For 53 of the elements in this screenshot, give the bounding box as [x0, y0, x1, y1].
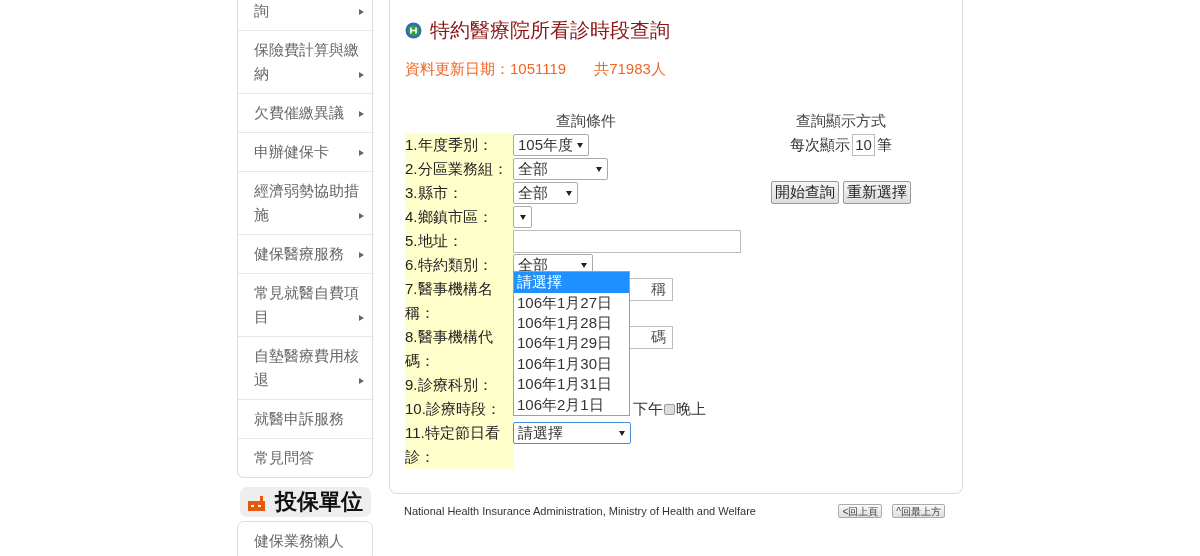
field-label: 10.診療時段：	[405, 397, 513, 421]
checkbox-label: 晚上	[676, 399, 706, 419]
sidebar-item[interactable]: 欠費催繳異議	[238, 94, 374, 133]
form-button[interactable]: 重新選擇	[843, 181, 911, 204]
field-label: 7.醫事機構名稱：	[405, 277, 513, 325]
count-field[interactable]: 10	[852, 134, 875, 156]
field-label: 3.縣市：	[405, 181, 513, 205]
sidebar-item[interactable]: 就醫申訴服務	[238, 400, 374, 439]
caret-icon	[520, 214, 526, 220]
sidebar-item[interactable]: 常見就醫自費項目	[238, 274, 374, 337]
sidebar-item[interactable]: 詢	[238, 0, 374, 31]
select-field[interactable]: 請選擇	[513, 422, 631, 444]
sidebar-item[interactable]: 自墊醫療費用核退	[238, 337, 374, 400]
input-field[interactable]	[513, 230, 741, 253]
sidebar-item[interactable]: 健保業務懶人	[238, 522, 374, 556]
select-field[interactable]: 105年度	[513, 134, 589, 156]
caret-icon	[619, 430, 625, 436]
total-count: 共71983人	[594, 60, 666, 79]
footer-button[interactable]: ^回最上方	[892, 504, 945, 518]
select-field[interactable]: 全部	[513, 182, 578, 204]
select-field[interactable]	[513, 206, 532, 228]
building-icon	[248, 493, 265, 511]
criteria-heading: 查詢條件	[555, 111, 617, 131]
display-heading: 查詢顯示方式	[796, 111, 886, 131]
sidebar-item[interactable]: 健保醫療服務	[238, 235, 374, 274]
page-title: 特約醫療院所看診時段查詢	[430, 18, 670, 43]
caret-icon	[577, 142, 583, 148]
footer-text: National Health Insurance Administration, Ministry of Health and Welfare	[404, 505, 756, 517]
footer-button[interactable]: <回上頁	[838, 504, 883, 518]
unit-label: 筆	[876, 135, 892, 155]
form-button[interactable]: 開始查詢	[771, 181, 839, 204]
select-field[interactable]: 全部	[513, 158, 608, 180]
field-label: 2.分區業務組：	[405, 157, 513, 181]
field-label: 8.醫事機構代碼：	[405, 325, 513, 373]
checkbox-label: 下午	[633, 399, 663, 419]
h-logo-icon	[405, 21, 422, 39]
sidebar-item[interactable]: 保險費計算與繳納	[238, 31, 374, 94]
field-label: 1.年度季別：	[405, 133, 513, 157]
caret-icon	[581, 262, 587, 268]
caret-icon	[596, 166, 602, 172]
field-label: 5.地址：	[405, 229, 513, 253]
field-label: 6.特約類別：	[405, 253, 513, 277]
field-label: 4.鄉鎮市區：	[405, 205, 513, 229]
sidebar-item[interactable]: 申辦健保卡	[238, 133, 374, 172]
caret-icon	[566, 190, 572, 196]
update-date: 資料更新日期：1051119	[405, 60, 567, 79]
field-label: 11.特定節日看診：	[405, 421, 513, 469]
sidebar-item[interactable]: 經濟弱勢協助措施	[238, 172, 374, 235]
sidebar-item[interactable]: 常見問答	[238, 439, 374, 477]
section-title: 投保單位	[275, 488, 363, 516]
per-page-label: 每次顯示	[790, 135, 851, 155]
checkbox[interactable]	[664, 403, 675, 415]
field-label: 9.診療科別：	[405, 373, 513, 397]
